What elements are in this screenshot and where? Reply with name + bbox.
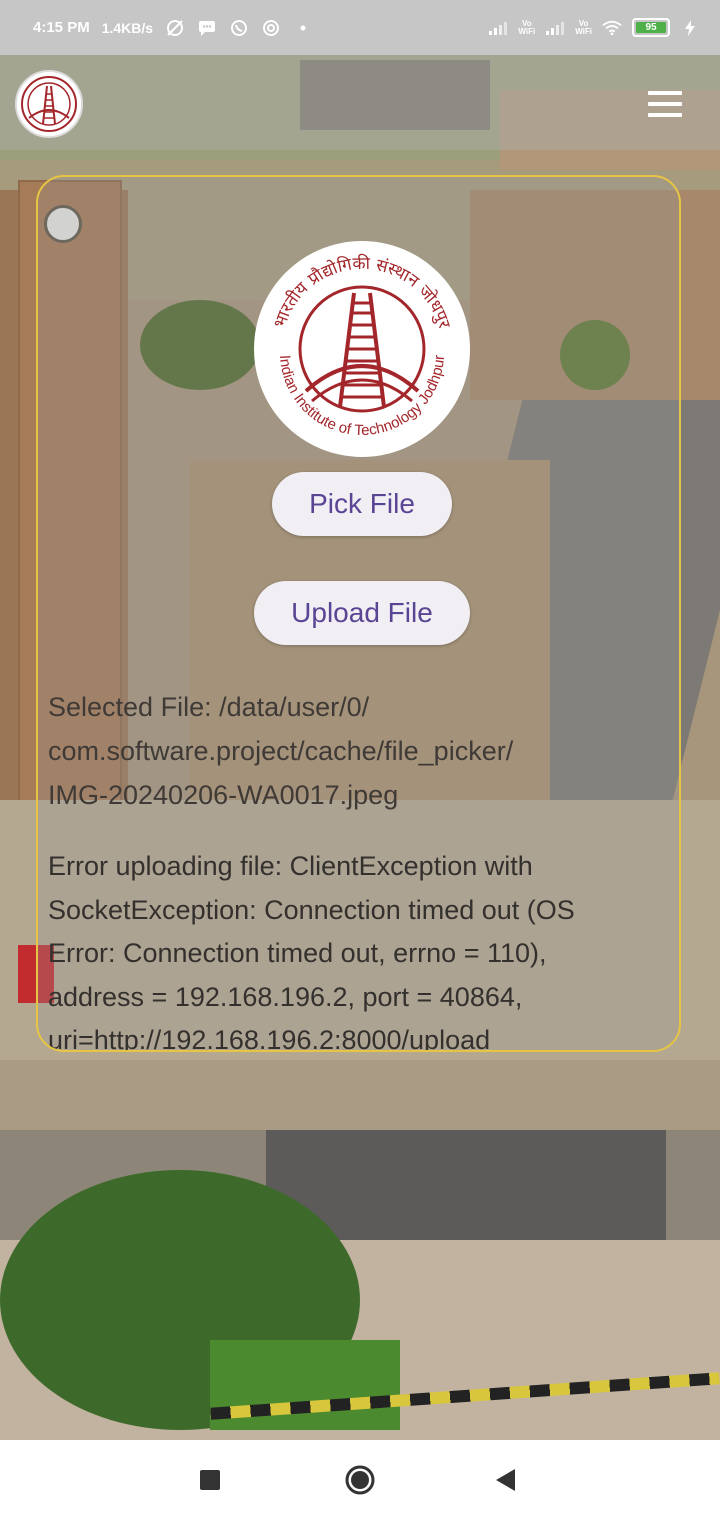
- system-navigation-bar: [0, 1440, 720, 1520]
- data-saver-off-icon: [165, 18, 185, 38]
- signal-strength-icon-2: [545, 18, 565, 38]
- square-recents-icon[interactable]: [170, 1440, 250, 1520]
- triangle-back-icon[interactable]: [466, 1440, 546, 1520]
- pick-file-button[interactable]: Pick File: [272, 472, 452, 536]
- vowifi-label-1: Vo WiFi: [518, 18, 536, 36]
- app-notification-icon: [261, 18, 281, 38]
- circle-home-icon[interactable]: [320, 1440, 400, 1520]
- status-time: 4:15 PM: [33, 19, 90, 36]
- signal-strength-icon: [488, 18, 508, 38]
- network-speed: 1.4KB/s: [101, 19, 154, 36]
- upload-file-button[interactable]: Upload File: [254, 581, 470, 645]
- battery-icon: 95: [632, 18, 670, 37]
- iit-jodhpur-logo-icon: [15, 70, 83, 138]
- upload-error-message: Error uploading file: ClientException wi…: [48, 851, 575, 1052]
- message-icon: [197, 18, 217, 38]
- app-bar: [0, 55, 720, 150]
- charging-bolt-icon: [680, 18, 700, 38]
- whatsapp-icon: [229, 18, 249, 38]
- hamburger-menu-icon[interactable]: [648, 91, 682, 117]
- status-bar: 4:15 PM 1.4KB/s Vo WiFi Vo WiFi 95: [0, 0, 720, 55]
- selected-file-path: Selected File: /data/user/0/ com.softwar…: [48, 692, 514, 810]
- wifi-icon: [602, 18, 622, 38]
- vowifi-label-2: Vo WiFi: [575, 18, 592, 36]
- upload-card: भारतीय प्रौद्योगिकी संस्थान जोधपुर India…: [36, 175, 681, 1052]
- iit-jodhpur-seal-icon: भारतीय प्रौद्योगिकी संस्थान जोधपुर India…: [254, 241, 470, 457]
- more-notifications-dot-icon: [293, 18, 313, 38]
